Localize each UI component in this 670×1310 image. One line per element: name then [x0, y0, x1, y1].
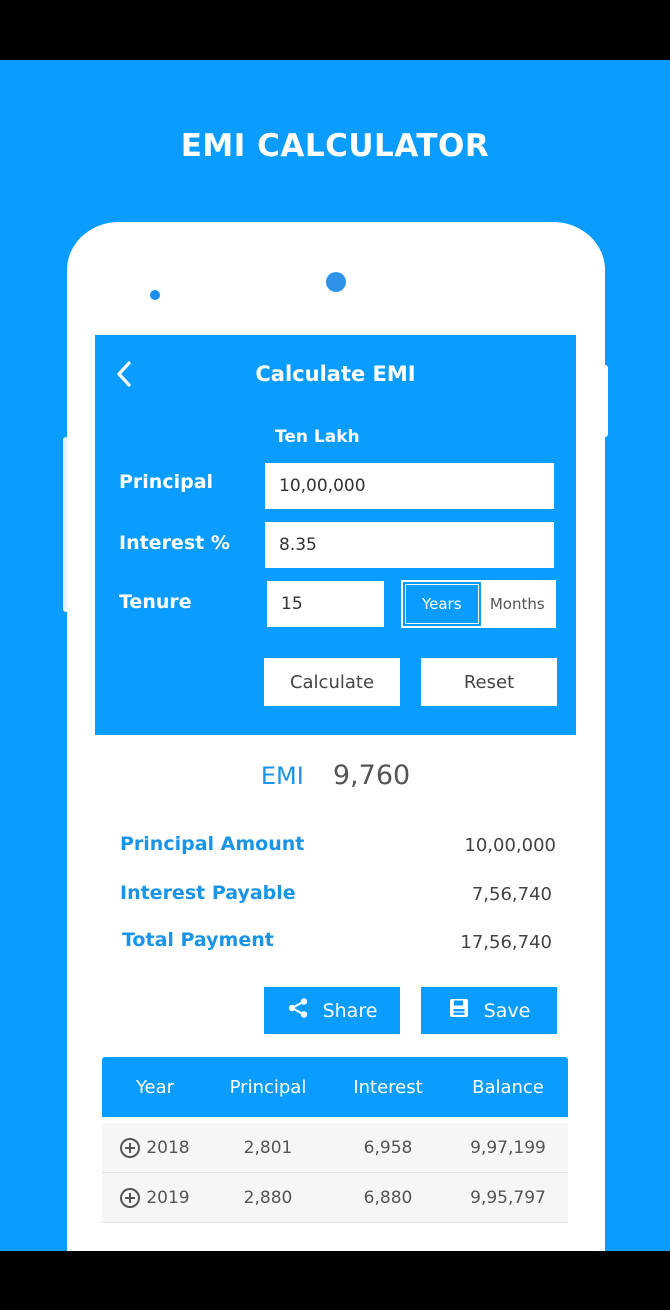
reset-button[interactable]: Reset	[421, 658, 557, 706]
tenure-label: Tenure	[119, 591, 192, 613]
phone-camera	[326, 272, 346, 292]
principal-amount-value: 10,00,000	[464, 835, 556, 856]
year-cell[interactable]: 2018	[102, 1137, 208, 1158]
table-row[interactable]: 2018 2,801 6,958 9,97,199	[102, 1123, 568, 1173]
principal-input[interactable]: 10,00,000	[265, 463, 554, 509]
tenure-unit-toggle: Years Months	[401, 580, 556, 628]
top-black-bar	[0, 0, 670, 60]
bottom-black-bar	[0, 1251, 670, 1310]
share-label: Share	[322, 999, 378, 1022]
interest-payable-value: 7,56,740	[471, 884, 552, 905]
save-icon	[448, 997, 470, 1024]
plus-circle-icon[interactable]	[120, 1187, 141, 1208]
principal-cell: 2,880	[243, 1187, 293, 1208]
total-payment-label: Total Payment	[122, 929, 274, 951]
total-payment-value: 17,56,740	[460, 932, 552, 953]
page-title: Calculate EMI	[255, 362, 416, 386]
col-year-header: Year	[135, 1076, 175, 1098]
share-button[interactable]: Share	[264, 987, 400, 1034]
balance-cell: 9,97,199	[470, 1137, 546, 1158]
year-value: 2019	[146, 1187, 190, 1208]
interest-input[interactable]: 8.35	[265, 522, 554, 568]
phone-side-button-right	[603, 365, 608, 437]
plus-circle-icon[interactable]	[120, 1137, 141, 1158]
emi-label: EMI	[260, 762, 304, 790]
interest-payable-label: Interest Payable	[120, 882, 296, 904]
balance-cell: 9,95,797	[470, 1187, 546, 1208]
year-value: 2018	[146, 1137, 190, 1158]
table-row[interactable]: 2019 2,880 6,880 9,95,797	[102, 1173, 568, 1223]
schedule-table-header: Year Principal Interest Balance	[102, 1057, 568, 1117]
interest-label: Interest %	[119, 532, 230, 554]
interest-cell: 6,880	[363, 1187, 413, 1208]
save-button[interactable]: Save	[421, 987, 557, 1034]
promo-title: EMI CALCULATOR	[180, 128, 490, 164]
years-option[interactable]: Years	[403, 582, 481, 626]
principal-label: Principal	[119, 471, 214, 493]
col-principal-header: Principal	[229, 1076, 307, 1098]
months-option[interactable]: Months	[480, 582, 554, 626]
col-interest-header: Interest	[353, 1076, 423, 1098]
year-cell[interactable]: 2019	[102, 1187, 208, 1208]
phone-sensor	[150, 290, 160, 300]
amount-in-words: Ten Lakh	[275, 427, 360, 447]
col-balance-header: Balance	[472, 1076, 544, 1098]
emi-result: EMI 9,760	[95, 760, 576, 791]
emi-value: 9,760	[332, 760, 411, 791]
principal-cell: 2,801	[243, 1137, 293, 1158]
share-icon	[287, 997, 309, 1024]
principal-amount-label: Principal Amount	[120, 833, 305, 855]
input-panel: Calculate EMI Ten Lakh Principal 10,00,0…	[95, 335, 576, 735]
app-screen: Calculate EMI Ten Lakh Principal 10,00,0…	[95, 335, 576, 1251]
save-label: Save	[483, 999, 531, 1022]
interest-cell: 6,958	[363, 1137, 413, 1158]
calculate-button[interactable]: Calculate	[264, 658, 400, 706]
tenure-input[interactable]: 15	[267, 581, 384, 627]
